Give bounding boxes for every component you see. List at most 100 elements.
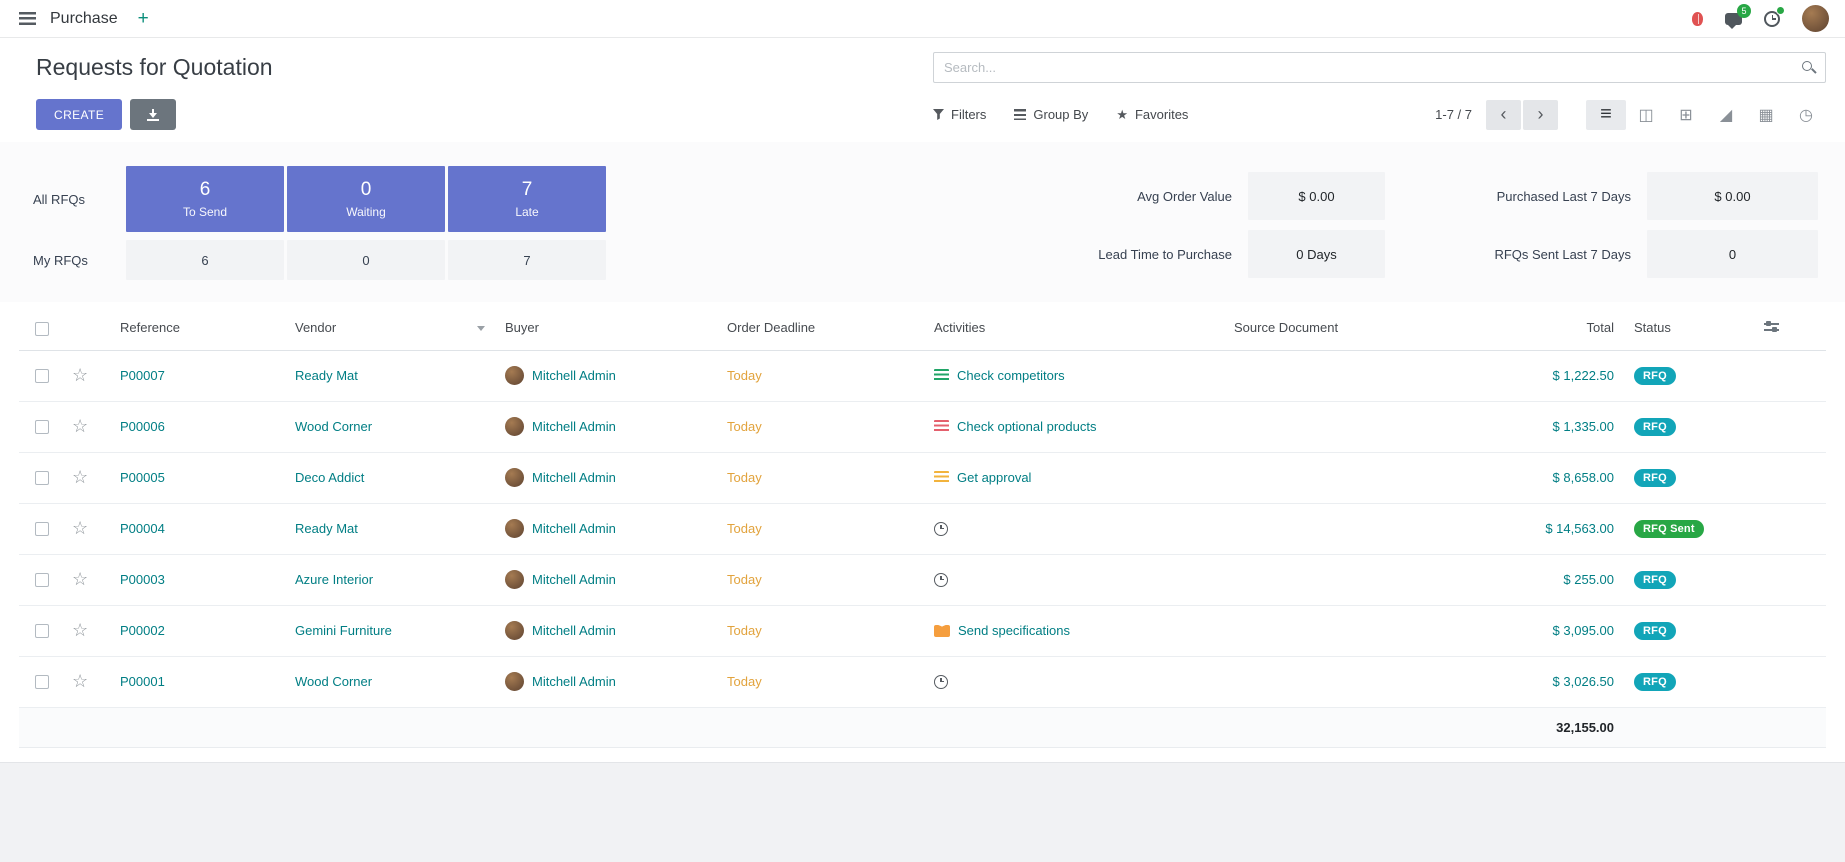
row-checkbox[interactable] xyxy=(35,369,49,383)
buyer-link[interactable]: Mitchell Admin xyxy=(532,572,616,587)
vendor-link[interactable]: Gemini Furniture xyxy=(295,623,392,638)
reference-link[interactable]: P00006 xyxy=(120,419,165,434)
favorite-star-icon[interactable] xyxy=(72,522,88,537)
activity-label[interactable]: Check optional products xyxy=(957,419,1096,434)
header-buyer[interactable]: Buyer xyxy=(497,306,719,350)
vendor-link[interactable]: Wood Corner xyxy=(295,674,372,689)
table-row[interactable]: P00002 Gemini Furniture Mitchell Admin T… xyxy=(19,605,1826,656)
header-status[interactable]: Status xyxy=(1626,306,1756,350)
reference-link[interactable]: P00002 xyxy=(120,623,165,638)
activity-clock-icon[interactable] xyxy=(934,522,948,536)
export-button[interactable] xyxy=(130,99,176,130)
row-checkbox[interactable] xyxy=(35,522,49,536)
buyer-link[interactable]: Mitchell Admin xyxy=(532,521,616,536)
pager-next-button[interactable] xyxy=(1523,100,1558,130)
activity-envelope-icon[interactable] xyxy=(934,625,950,637)
my-waiting[interactable]: 0 xyxy=(287,240,445,280)
my-to-send[interactable]: 6 xyxy=(126,240,284,280)
order-deadline: Today xyxy=(727,623,762,638)
activity-label[interactable]: Send specifications xyxy=(958,623,1070,638)
graph-view-icon[interactable] xyxy=(1706,100,1746,130)
lead-time-to-purchase[interactable]: 0 Days xyxy=(1248,230,1385,278)
header-total[interactable]: Total xyxy=(1466,306,1626,350)
vendor-link[interactable]: Wood Corner xyxy=(295,419,372,434)
buyer-link[interactable]: Mitchell Admin xyxy=(532,368,616,383)
buyer-link[interactable]: Mitchell Admin xyxy=(532,419,616,434)
header-vendor[interactable]: Vendor xyxy=(287,306,497,350)
buyer-link[interactable]: Mitchell Admin xyxy=(532,674,616,689)
buyer-link[interactable]: Mitchell Admin xyxy=(532,623,616,638)
row-checkbox[interactable] xyxy=(35,624,49,638)
header-activities[interactable]: Activities xyxy=(926,306,1226,350)
kanban-view-icon[interactable] xyxy=(1626,100,1666,130)
row-checkbox[interactable] xyxy=(35,573,49,587)
row-checkbox[interactable] xyxy=(35,420,49,434)
plus-icon[interactable] xyxy=(138,9,149,28)
select-all-checkbox[interactable] xyxy=(35,322,49,336)
avg-order-value[interactable]: $ 0.00 xyxy=(1248,172,1385,220)
group-by-button[interactable]: Group By xyxy=(1014,107,1088,122)
activity-label[interactable]: Get approval xyxy=(957,470,1031,485)
vendor-link[interactable]: Deco Addict xyxy=(295,470,364,485)
optional-columns-icon[interactable] xyxy=(1764,320,1779,332)
favorite-star-icon[interactable] xyxy=(72,369,88,384)
my-late[interactable]: 7 xyxy=(448,240,606,280)
activity-list-icon[interactable] xyxy=(934,420,949,433)
favorite-star-icon[interactable] xyxy=(72,420,88,435)
reference-link[interactable]: P00001 xyxy=(120,674,165,689)
kpi-late[interactable]: 7 Late xyxy=(448,166,606,232)
favorites-button[interactable]: Favorites xyxy=(1116,107,1188,122)
kpi-waiting[interactable]: 0 Waiting xyxy=(287,166,445,232)
dashboard-view-icon[interactable] xyxy=(1786,100,1826,130)
activity-clock-icon[interactable] xyxy=(934,675,948,689)
reference-link[interactable]: P00005 xyxy=(120,470,165,485)
purchased-last-7-days[interactable]: $ 0.00 xyxy=(1647,172,1818,220)
pager-previous-button[interactable] xyxy=(1486,100,1521,130)
table-row[interactable]: P00001 Wood Corner Mitchell Admin Today … xyxy=(19,656,1826,707)
kpi-to-send[interactable]: 6 To Send xyxy=(126,166,284,232)
reference-link[interactable]: P00007 xyxy=(120,368,165,383)
activity-list-icon[interactable] xyxy=(934,471,949,484)
favorite-star-icon[interactable] xyxy=(72,471,88,486)
favorite-star-icon[interactable] xyxy=(72,675,88,690)
search-icon[interactable] xyxy=(1802,61,1816,75)
pivot-view-icon[interactable] xyxy=(1666,100,1706,130)
table-row[interactable]: P00005 Deco Addict Mitchell Admin Today … xyxy=(19,452,1826,503)
favorite-star-icon[interactable] xyxy=(72,624,88,639)
vendor-link[interactable]: Ready Mat xyxy=(295,368,358,383)
activities-tray[interactable] xyxy=(1764,11,1780,27)
calendar-view-icon[interactable] xyxy=(1746,100,1786,130)
debug-bug-icon[interactable] xyxy=(1692,12,1703,26)
row-checkbox[interactable] xyxy=(35,471,49,485)
hamburger-menu-icon[interactable] xyxy=(19,12,36,25)
search-input[interactable] xyxy=(933,52,1826,83)
messages-tray[interactable]: 5 xyxy=(1725,13,1742,25)
reference-link[interactable]: P00004 xyxy=(120,521,165,536)
activity-label[interactable]: Check competitors xyxy=(957,368,1065,383)
user-avatar[interactable] xyxy=(1802,5,1829,32)
buyer-link[interactable]: Mitchell Admin xyxy=(532,470,616,485)
buyer-avatar xyxy=(505,468,524,487)
table-row[interactable]: P00003 Azure Interior Mitchell Admin Tod… xyxy=(19,554,1826,605)
rfqs-sent-last-7-days[interactable]: 0 xyxy=(1647,230,1818,278)
header-reference[interactable]: Reference xyxy=(112,306,287,350)
control-panel: Requests for Quotation CREATE Filters Gr… xyxy=(0,38,1845,142)
vendor-link[interactable]: Azure Interior xyxy=(295,572,373,587)
create-button[interactable]: CREATE xyxy=(36,99,122,130)
table-row[interactable]: P00007 Ready Mat Mitchell Admin Today Ch… xyxy=(19,350,1826,401)
table-row[interactable]: P00006 Wood Corner Mitchell Admin Today … xyxy=(19,401,1826,452)
list-view-icon[interactable] xyxy=(1586,100,1626,130)
activity-list-icon[interactable] xyxy=(934,369,949,382)
table-row[interactable]: P00004 Ready Mat Mitchell Admin Today $ … xyxy=(19,503,1826,554)
app-name[interactable]: Purchase xyxy=(50,10,118,28)
row-checkbox[interactable] xyxy=(35,675,49,689)
vendor-link[interactable]: Ready Mat xyxy=(295,521,358,536)
header-order-deadline[interactable]: Order Deadline xyxy=(719,306,926,350)
favorite-star-icon[interactable] xyxy=(72,573,88,588)
reference-link[interactable]: P00003 xyxy=(120,572,165,587)
filters-button[interactable]: Filters xyxy=(933,107,986,122)
header-source-document[interactable]: Source Document xyxy=(1226,306,1466,350)
status-badge: RFQ xyxy=(1634,673,1676,691)
activity-clock-icon[interactable] xyxy=(934,573,948,587)
pager xyxy=(1486,100,1558,130)
